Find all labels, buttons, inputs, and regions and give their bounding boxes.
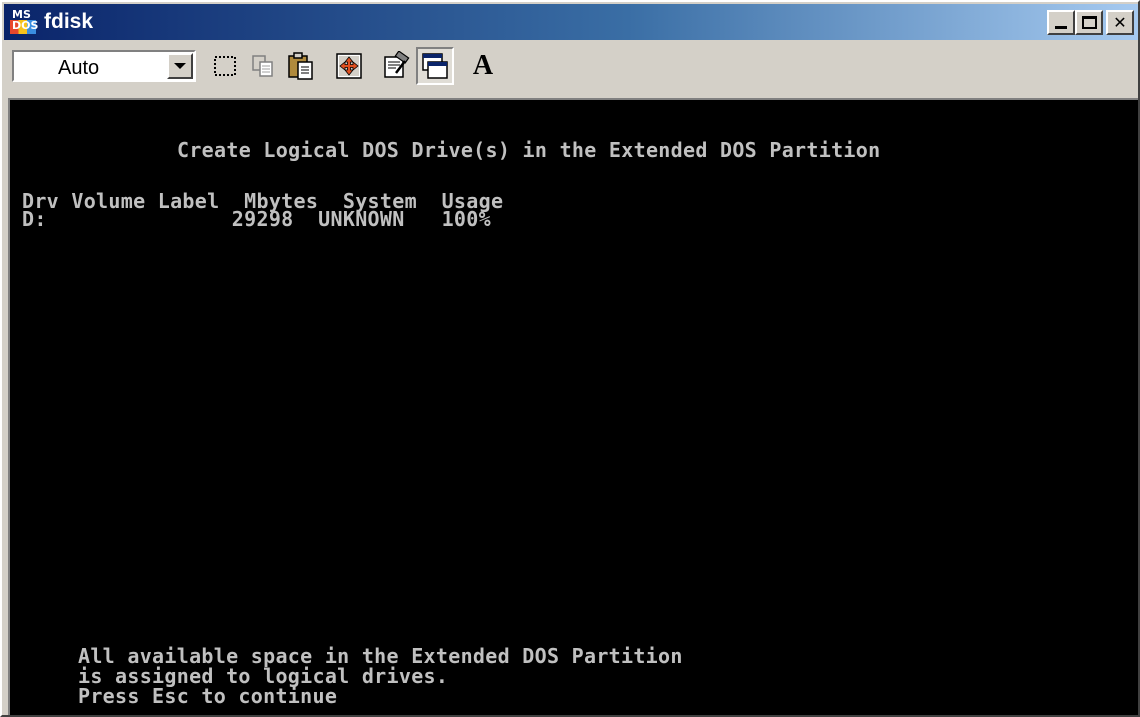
font-size-dropdown-button[interactable] — [167, 53, 193, 79]
paste-icon — [288, 52, 313, 80]
close-icon: ✕ — [1113, 13, 1127, 32]
console-screen[interactable]: Create Logical DOS Drive(s) in the Exten… — [8, 98, 1138, 715]
chevron-down-icon — [174, 63, 186, 69]
maximize-button[interactable] — [1075, 10, 1103, 35]
background-icon — [422, 53, 448, 79]
close-button[interactable]: ✕ — [1106, 10, 1134, 35]
mark-button[interactable] — [206, 47, 244, 85]
mark-icon — [214, 56, 236, 76]
console-window: MS DOS fdisk ✕ Auto A Create Logical DOS… — [0, 0, 1140, 717]
window-controls: ✕ — [1047, 10, 1134, 35]
copy-button[interactable] — [244, 47, 282, 85]
console-prompt: Press Esc to continue — [78, 684, 338, 708]
console-heading: Create Logical DOS Drive(s) in the Exten… — [177, 138, 881, 162]
font-icon: A — [472, 50, 494, 81]
console-message-line-2: is assigned to logical drives. — [78, 664, 449, 688]
properties-button[interactable] — [378, 47, 416, 85]
fullscreen-button[interactable] — [330, 47, 368, 85]
toolbar: Auto A — [4, 42, 1138, 90]
title-bar[interactable]: MS DOS fdisk ✕ — [4, 4, 1138, 40]
font-size-select[interactable]: Auto — [12, 50, 196, 82]
font-size-value: Auto — [58, 57, 100, 79]
copy-icon — [252, 55, 273, 77]
minimize-button[interactable] — [1047, 10, 1075, 35]
properties-icon — [384, 51, 410, 78]
minimize-icon — [1055, 26, 1067, 29]
font-button[interactable]: A — [464, 47, 502, 85]
ms-dos-icon-bottom: DOS — [10, 19, 39, 34]
window-title: fdisk — [44, 10, 94, 33]
table-row: D: 29298 UNKNOWN 100% — [22, 207, 491, 231]
background-button[interactable] — [416, 47, 454, 85]
ms-dos-icon[interactable]: MS DOS — [10, 9, 39, 35]
fullscreen-icon — [336, 53, 362, 79]
paste-button[interactable] — [282, 47, 320, 85]
console-message-line-1: All available space in the Extended DOS … — [78, 644, 683, 668]
maximize-icon — [1081, 16, 1097, 29]
